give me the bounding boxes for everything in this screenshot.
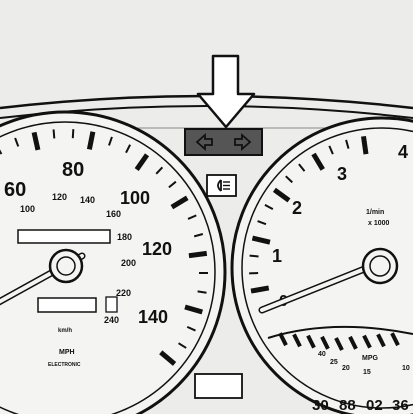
speedometer-tick	[71, 129, 75, 139]
mpg-scale-10: 10	[402, 365, 410, 372]
kmh-label-240: 240	[104, 315, 119, 325]
tachometer-tick	[249, 254, 259, 258]
tachometer-tick	[361, 135, 369, 155]
tach-unit-line1: 1/min	[366, 209, 384, 216]
trip-window	[37, 297, 97, 313]
turn-signal-indicator-panel	[184, 128, 263, 156]
mph-label-80: 80	[62, 159, 84, 181]
tach-label-1: 1	[272, 246, 282, 266]
tach-label-2: 2	[292, 198, 302, 218]
tach-label-4: 4	[398, 142, 408, 162]
reference-number-3: 02	[366, 397, 383, 414]
mph-label-140: 140	[138, 307, 168, 327]
trip-reset-knob	[105, 296, 118, 313]
mpg-label: MPG	[362, 355, 379, 362]
speedometer-unit-top: km/h	[58, 328, 72, 334]
callout-arrow-icon	[196, 54, 256, 129]
kmh-label-140: 140	[80, 195, 95, 205]
kmh-label-160: 160	[106, 209, 121, 219]
mpg-scale-20: 20	[342, 365, 350, 372]
tach-label-3: 3	[337, 164, 347, 184]
reference-number-4: 36	[392, 397, 409, 414]
speedometer-tick	[188, 250, 208, 259]
speedometer-hub	[48, 248, 84, 284]
mpg-scale-15: 15	[363, 369, 371, 376]
kmh-label-220: 220	[116, 288, 131, 298]
kmh-label-200: 200	[121, 258, 136, 268]
mpg-scale-40: 40	[318, 351, 326, 358]
kmh-label-180: 180	[117, 232, 132, 242]
mph-label-100: 100	[120, 188, 150, 208]
speedometer-tick	[197, 290, 207, 294]
speedometer-unit-brand: ELECTRONIC	[48, 362, 81, 368]
kmh-label-100: 100	[20, 204, 35, 214]
mph-label-60: 60	[4, 179, 26, 201]
tachometer-tick	[250, 285, 270, 294]
speedometer-unit-mph: MPH	[59, 349, 75, 356]
odometer-window	[17, 229, 111, 244]
mph-label-120: 120	[142, 239, 172, 259]
instrument-cluster-illustration: 60 80 100 120 140 100 120 140 160 180 20…	[0, 54, 413, 414]
speedometer-tick	[86, 131, 96, 150]
lower-warning-lamp	[194, 373, 243, 399]
kmh-label-120: 120	[52, 192, 67, 202]
tach-unit-line2: x 1000	[368, 220, 390, 227]
mpg-scale-25: 25	[330, 359, 338, 366]
tachometer: 0 1 2 3 4 1/min x 1000 MPG 40 25 20 15 1…	[230, 116, 413, 414]
speedometer-tick	[52, 129, 56, 139]
reference-number-2: 88	[339, 397, 356, 414]
reference-number-1: 30	[312, 397, 329, 414]
high-beam-indicator	[206, 174, 237, 197]
speedometer: 60 80 100 120 140 100 120 140 160 180 20…	[0, 110, 227, 414]
tachometer-hub	[361, 247, 399, 285]
